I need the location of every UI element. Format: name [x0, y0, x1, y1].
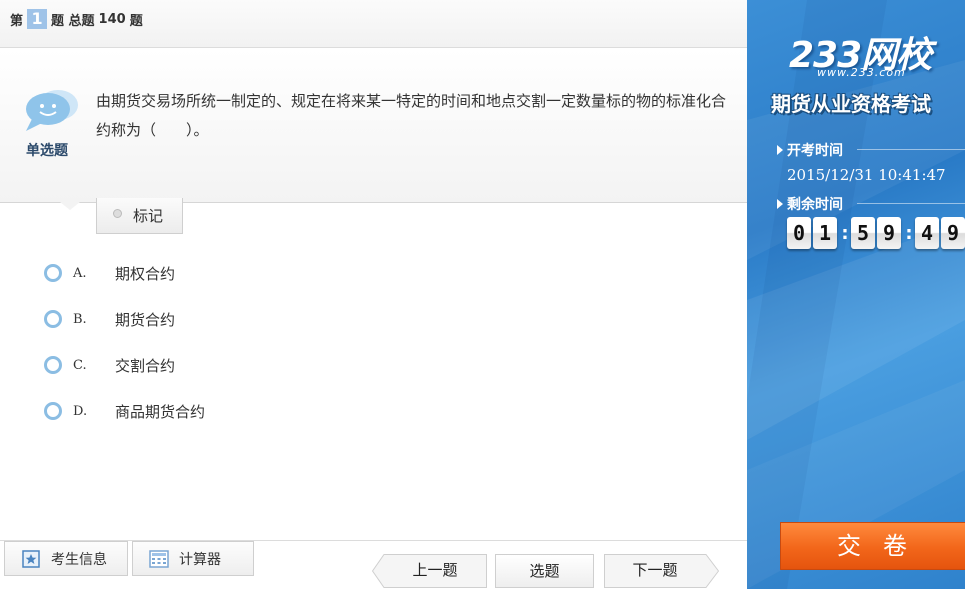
- next-question-button[interactable]: 下一题: [604, 554, 706, 588]
- option-text: 期权合约: [115, 264, 176, 283]
- question-type-label: 单选题: [26, 143, 68, 159]
- question-progress-bar: 第 1 题 总题 140 题: [0, 0, 747, 48]
- candidate-info-button[interactable]: 考生信息: [4, 541, 128, 576]
- progress-prefix: 第: [10, 13, 24, 29]
- option-text: 期货合约: [115, 310, 176, 329]
- timer-digit: 4: [915, 217, 939, 249]
- question-area: 单选题 由期货交易场所统一制定的、规定在将来某一特定的时间和地点交割一定数量标的…: [0, 49, 747, 203]
- option-text: 交割合约: [115, 356, 176, 375]
- submit-exam-button[interactable]: 交卷: [780, 522, 965, 570]
- triangle-right-icon: [777, 199, 783, 209]
- site-url: www.233.com: [817, 66, 906, 79]
- exam-name: 期货从业资格考试: [771, 92, 931, 116]
- calculator-button[interactable]: 计算器: [132, 541, 254, 576]
- remaining-time-label-text: 剩余时间: [787, 197, 843, 213]
- radio-icon[interactable]: [44, 264, 62, 282]
- total-question-count: 140: [98, 11, 126, 27]
- option-b[interactable]: B. 期货合约: [44, 307, 175, 331]
- progress-middle: 题 总题: [51, 13, 95, 29]
- option-letter: D.: [73, 403, 88, 419]
- start-time-label: 开考时间: [777, 140, 843, 160]
- candidate-info-label: 考生信息: [51, 551, 107, 568]
- timer-colon: :: [905, 222, 913, 244]
- option-c[interactable]: C. 交割合约: [44, 353, 175, 377]
- timer-digit: 5: [851, 217, 875, 249]
- exam-main-panel: 第 1 题 总题 140 题 单选题 由期货交易场所统一制定的、规定在将来某一特…: [0, 0, 747, 589]
- select-question-button[interactable]: 选题: [495, 554, 594, 588]
- option-letter: C.: [73, 357, 87, 373]
- mark-dot-icon: [113, 209, 122, 218]
- timer-colon: :: [841, 222, 849, 244]
- timer-digit: 9: [941, 217, 965, 249]
- radio-icon[interactable]: [44, 310, 62, 328]
- option-a[interactable]: A. 期权合约: [44, 261, 175, 285]
- triangle-right-icon: [777, 145, 783, 155]
- timer-digit: 0: [787, 217, 811, 249]
- calculator-label: 计算器: [179, 551, 221, 568]
- start-time-label-text: 开考时间: [787, 143, 843, 159]
- divider: [857, 203, 965, 204]
- radio-icon[interactable]: [44, 402, 62, 420]
- option-text: 商品期货合约: [115, 402, 206, 421]
- mark-label: 标记: [133, 207, 164, 225]
- option-letter: A.: [73, 265, 87, 281]
- divider: [857, 149, 965, 150]
- option-letter: B.: [73, 311, 87, 327]
- exam-info-sidebar: 233网校 www.233.com 期货从业资格考试 开考时间 2015/12/…: [747, 0, 965, 589]
- star-badge-icon: [22, 549, 40, 568]
- radio-icon[interactable]: [44, 356, 62, 374]
- prev-question-button[interactable]: 上一题: [384, 554, 486, 588]
- timer-digit: 1: [813, 217, 837, 249]
- question-pointer: [60, 202, 80, 210]
- current-question-number: 1: [27, 9, 48, 29]
- countdown-timer: 0 1 : 5 9 : 4 9: [787, 217, 965, 249]
- calculator-icon: [149, 549, 169, 568]
- start-time-value: 2015/12/31 10:41:47: [787, 166, 946, 184]
- mark-question-button[interactable]: 标记: [96, 198, 183, 234]
- progress-suffix: 题: [129, 13, 143, 29]
- remaining-time-label: 剩余时间: [777, 194, 843, 214]
- chat-bubble-icon: [26, 90, 78, 131]
- question-text: 由期货交易场所统一制定的、规定在将来某一特定的时间和地点交割一定数量标的物的标准…: [96, 92, 727, 139]
- timer-digit: 9: [877, 217, 901, 249]
- option-d[interactable]: D. 商品期货合约: [44, 399, 205, 423]
